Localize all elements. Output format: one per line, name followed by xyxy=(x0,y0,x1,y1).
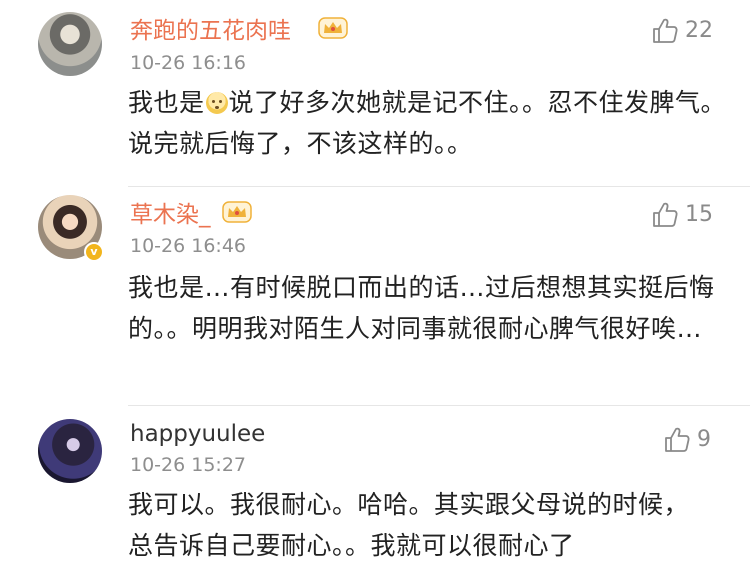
comment-time: 10-26 16:46 xyxy=(130,235,247,257)
thumbs-up-icon xyxy=(665,427,690,452)
like-button[interactable]: 9 xyxy=(663,425,711,455)
comment-time: 10-26 15:27 xyxy=(130,454,247,476)
avatar[interactable] xyxy=(38,419,102,483)
like-count: 9 xyxy=(697,427,711,452)
vip-crown-icon xyxy=(318,17,348,39)
username[interactable]: 奔跑的五花肉哇 xyxy=(130,17,291,45)
like-count: 22 xyxy=(685,18,713,43)
vip-crown-icon xyxy=(222,201,252,223)
thumbs-up-icon xyxy=(653,202,678,227)
like-button[interactable]: 22 xyxy=(651,16,713,46)
comment-time: 10-26 16:16 xyxy=(130,52,247,74)
comment-item: 奔跑的五花肉哇 10-26 16:16 22 我也是 说了好多次她就是记不住。。忍… xyxy=(0,0,750,186)
username[interactable]: happyuulee xyxy=(130,420,265,448)
like-count: 15 xyxy=(685,202,713,227)
thumbs-up-icon xyxy=(653,18,678,43)
comment-item: happyuulee 10-26 15:27 9 我可以。我很耐心。哈哈。其实跟… xyxy=(0,406,750,579)
comment-text: 我可以。我很耐心。哈哈。其实跟父母说的时候，总告诉自己要耐心。。我就可以很耐心了 xyxy=(128,490,690,560)
comment-text: 我也是 说了好多次她就是记不住。。忍不住发脾气。说完就后悔了，不该这样的。。 xyxy=(128,82,728,164)
comment-item: v 草木染_ 10-26 16:46 15 我也是…有时候脱口而出的话…过后想想… xyxy=(0,187,750,405)
avatar[interactable] xyxy=(38,12,102,76)
username[interactable]: 草木染_ xyxy=(130,201,211,229)
comment-text-part: 我也是 xyxy=(128,88,205,117)
verified-badge-icon: v xyxy=(84,242,104,262)
like-button[interactable]: 15 xyxy=(651,200,713,230)
face-emoji-icon xyxy=(205,92,228,114)
comment-text: 我也是…有时候脱口而出的话…过后想想其实挺后悔的。。明明我对陌生人对同事就很耐心… xyxy=(128,273,715,343)
